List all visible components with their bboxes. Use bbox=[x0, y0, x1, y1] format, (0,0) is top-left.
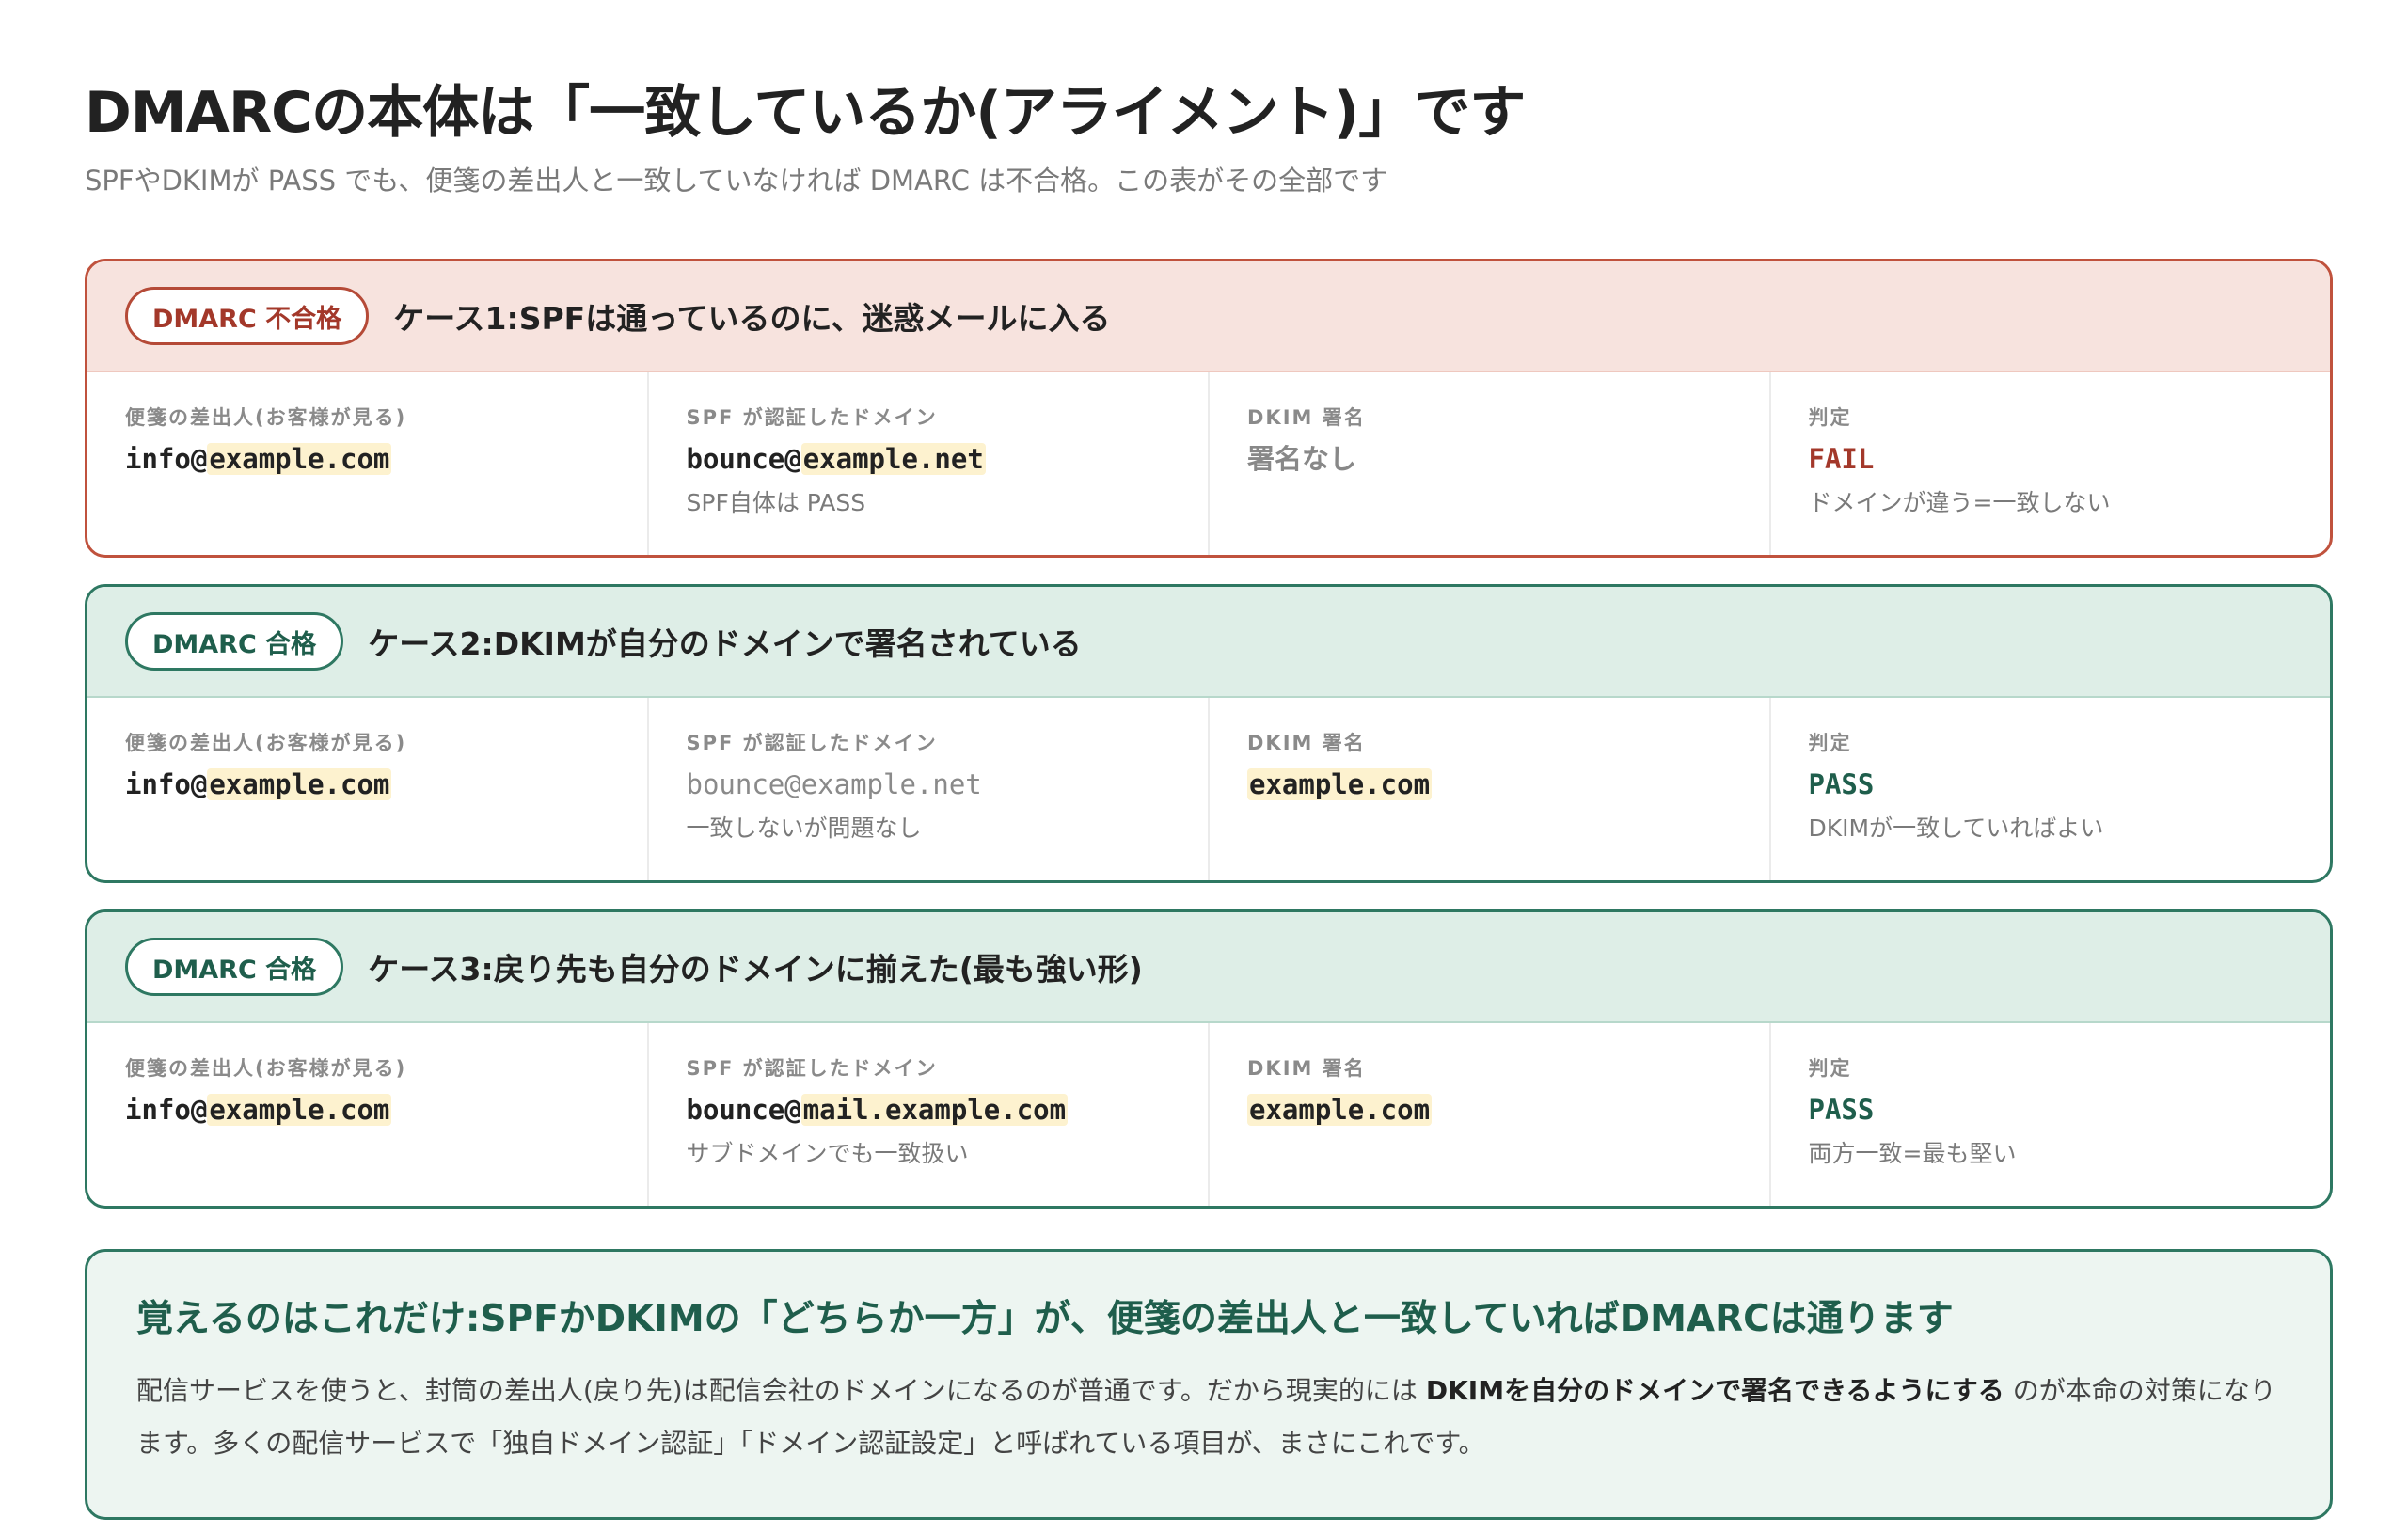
case-header: DMARC 合格 ケース3:戻り先も自分のドメインに揃えた(最も強い形) bbox=[87, 912, 2330, 1023]
case-card-3: DMARC 合格 ケース3:戻り先も自分のドメインに揃えた(最も強い形) 便箋の… bbox=[85, 909, 2333, 1209]
page-title: DMARCの本体は「一致しているか(アライメント)」です bbox=[85, 80, 1526, 146]
dkim-label: DKIM 署名 bbox=[1247, 732, 1366, 754]
dkim-value: 署名なし bbox=[1247, 443, 1357, 475]
spf-label: SPF が認証したドメイン bbox=[686, 732, 938, 754]
spf-address: bounce@mail.example.com bbox=[687, 1091, 1209, 1129]
from-domain: example.com bbox=[207, 768, 392, 800]
verdict-note: ドメインが違う=一致しない bbox=[1808, 489, 2111, 516]
spf-label: SPF が認証したドメイン bbox=[686, 406, 938, 429]
case-card-2: DMARC 合格 ケース2:DKIMが自分のドメインで署名されている 便箋の差出… bbox=[85, 584, 2333, 883]
status-badge: DMARC 合格 bbox=[125, 612, 344, 671]
dkim-value: example.com bbox=[1247, 1091, 1769, 1129]
verdict-value: PASS bbox=[1808, 768, 1875, 800]
from-address: info@example.com bbox=[125, 440, 647, 478]
spf-address: bounce@example.net bbox=[687, 440, 1209, 478]
from-local-part: info@ bbox=[125, 1094, 208, 1126]
spf-domain: example.net bbox=[800, 443, 986, 475]
spf-label: SPF が認証したドメイン bbox=[686, 1057, 938, 1080]
verdict-cell: 判定 PASS 両方一致=最も堅い bbox=[1768, 1023, 2331, 1206]
verdict-value: FAIL bbox=[1808, 443, 1875, 475]
spf-address: bounce@example.net bbox=[686, 768, 982, 800]
dkim-label: DKIM 署名 bbox=[1247, 1057, 1366, 1080]
case-card-1: DMARC 不合格 ケース1:SPFは通っているのに、迷惑メールに入る 便箋の差… bbox=[85, 259, 2333, 558]
case-body: 便箋の差出人(お客様が見る) info@example.com SPF が認証し… bbox=[87, 1023, 2330, 1206]
dkim-domain: example.com bbox=[1247, 1094, 1433, 1126]
spf-cell: SPF が認証したドメイン bounce@example.net 一致しないが問… bbox=[646, 698, 1209, 880]
spf-cell: SPF が認証したドメイン bounce@mail.example.com サブ… bbox=[646, 1023, 1209, 1206]
summary-box: 覚えるのはこれだけ:SPFかDKIMの「どちらか一方」が、便箋の差出人と一致して… bbox=[85, 1249, 2333, 1520]
from-label: 便箋の差出人(お客様が見る) bbox=[125, 406, 407, 429]
dkim-cell: DKIM 署名 署名なし bbox=[1208, 372, 1769, 555]
dkim-domain: example.com bbox=[1247, 768, 1433, 800]
spf-note: SPF自体は PASS bbox=[686, 489, 866, 516]
status-badge: DMARC 不合格 bbox=[125, 287, 370, 345]
verdict-label: 判定 bbox=[1808, 732, 1852, 754]
from-cell: 便箋の差出人(お客様が見る) info@example.com bbox=[87, 698, 647, 880]
case-header: DMARC 合格 ケース2:DKIMが自分のドメインで署名されている bbox=[87, 587, 2330, 698]
case-title: ケース1:SPFは通っているのに、迷惑メールに入る bbox=[393, 300, 1111, 337]
page-subtitle: SPFやDKIMが PASS でも、便箋の差出人と一致していなければ DMARC… bbox=[85, 165, 1388, 197]
verdict-cell: 判定 FAIL ドメインが違う=一致しない bbox=[1768, 372, 2331, 555]
spf-local-part: bounce@ bbox=[686, 1094, 801, 1126]
verdict-label: 判定 bbox=[1808, 1057, 1852, 1080]
case-title: ケース2:DKIMが自分のドメインで署名されている bbox=[368, 625, 1082, 662]
summary-text-before: 配信サービスを使うと、封筒の差出人(戻り先)は配信会社のドメインになるのが普通で… bbox=[136, 1375, 1426, 1406]
from-label: 便箋の差出人(お客様が見る) bbox=[125, 732, 407, 754]
from-label: 便箋の差出人(お客様が見る) bbox=[125, 1057, 407, 1080]
dkim-cell: DKIM 署名 example.com bbox=[1208, 698, 1769, 880]
dkim-label: DKIM 署名 bbox=[1247, 406, 1366, 429]
status-badge: DMARC 合格 bbox=[125, 938, 344, 996]
spf-local-part: bounce@ bbox=[686, 443, 801, 475]
from-local-part: info@ bbox=[125, 443, 208, 475]
verdict-cell: 判定 PASS DKIMが一致していればよい bbox=[1768, 698, 2331, 880]
verdict-label: 判定 bbox=[1808, 406, 1852, 429]
case-body: 便箋の差出人(お客様が見る) info@example.com SPF が認証し… bbox=[87, 372, 2330, 555]
verdict-note: DKIMが一致していればよい bbox=[1808, 814, 2104, 842]
spf-domain: mail.example.com bbox=[800, 1094, 1069, 1126]
summary-text-emphasis: DKIMを自分のドメインで署名できるようにする bbox=[1425, 1375, 2004, 1406]
spf-cell: SPF が認証したドメイン bounce@example.net SPF自体は … bbox=[646, 372, 1209, 555]
spf-note: 一致しないが問題なし bbox=[686, 814, 922, 842]
verdict-note: 両方一致=最も堅い bbox=[1808, 1140, 2017, 1167]
from-address: info@example.com bbox=[125, 1091, 647, 1129]
page-header: DMARCの本体は「一致しているか(アライメント)」です SPFやDKIMが P… bbox=[85, 75, 2333, 199]
from-cell: 便箋の差出人(お客様が見る) info@example.com bbox=[87, 1023, 647, 1206]
from-local-part: info@ bbox=[125, 768, 208, 800]
dkim-value: example.com bbox=[1247, 766, 1769, 803]
from-cell: 便箋の差出人(お客様が見る) info@example.com bbox=[87, 372, 647, 555]
case-header: DMARC 不合格 ケース1:SPFは通っているのに、迷惑メールに入る bbox=[87, 261, 2330, 372]
spf-note: サブドメインでも一致扱い bbox=[686, 1140, 969, 1167]
from-address: info@example.com bbox=[125, 766, 647, 803]
summary-title: 覚えるのはこれだけ:SPFかDKIMの「どちらか一方」が、便箋の差出人と一致して… bbox=[136, 1298, 1954, 1340]
dkim-cell: DKIM 署名 example.com bbox=[1208, 1023, 1769, 1206]
summary-text: 配信サービスを使うと、封筒の差出人(戻り先)は配信会社のドメインになるのが普通で… bbox=[136, 1365, 2281, 1470]
verdict-value: PASS bbox=[1808, 1094, 1875, 1126]
case-title: ケース3:戻り先も自分のドメインに揃えた(最も強い形) bbox=[368, 951, 1143, 988]
from-domain: example.com bbox=[207, 1094, 392, 1126]
from-domain: example.com bbox=[207, 443, 392, 475]
case-body: 便箋の差出人(お客様が見る) info@example.com SPF が認証し… bbox=[87, 698, 2330, 880]
